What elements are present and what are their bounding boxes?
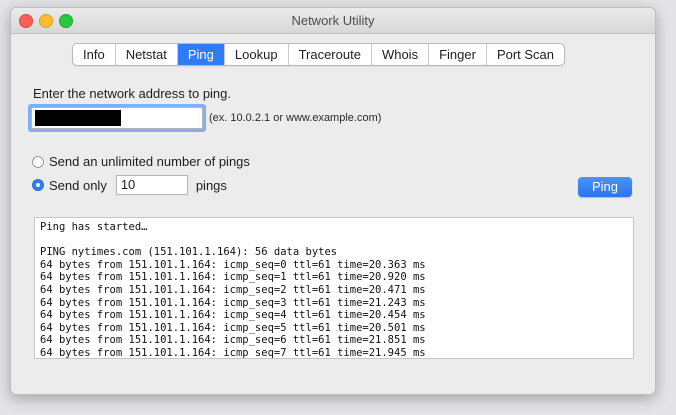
ping-button[interactable]: Ping — [578, 177, 632, 197]
tab-netstat[interactable]: Netstat — [116, 44, 178, 65]
send-only-radio[interactable] — [32, 179, 44, 191]
tab-ping[interactable]: Ping — [177, 44, 225, 65]
ping-count-input[interactable]: 10 — [115, 175, 188, 195]
send-only-option[interactable]: Send only 10 pings — [32, 175, 227, 195]
send-only-label: Send only — [49, 177, 107, 193]
address-hint: (ex. 10.0.2.1 or www.example.com) — [209, 112, 382, 124]
unlimited-pings-option[interactable]: Send an unlimited number of pings — [32, 154, 250, 169]
address-input[interactable] — [31, 107, 203, 129]
tab-lookup[interactable]: Lookup — [225, 44, 289, 65]
tab-finger[interactable]: Finger — [429, 44, 487, 65]
pings-suffix-label: pings — [195, 177, 227, 193]
tab-bar: Info Netstat Ping Lookup Traceroute Whoi… — [72, 43, 566, 66]
tab-traceroute[interactable]: Traceroute — [289, 44, 372, 65]
unlimited-pings-label: Send an unlimited number of pings — [49, 154, 250, 169]
tab-port-scan[interactable]: Port Scan — [487, 44, 564, 65]
address-prompt-label: Enter the network address to ping. — [33, 86, 232, 101]
tab-whois[interactable]: Whois — [372, 44, 430, 65]
window-title: Network Utility — [291, 13, 375, 28]
ping-output-area[interactable]: Ping has started… PING nytimes.com (151.… — [34, 217, 634, 359]
redacted-address — [35, 110, 121, 126]
title-bar[interactable]: Network Utility — [11, 8, 655, 34]
network-utility-window: Network Utility Info Netstat Ping Lookup… — [10, 7, 656, 395]
ping-output-text: Ping has started… PING nytimes.com (151.… — [40, 221, 426, 359]
unlimited-pings-radio[interactable] — [32, 155, 44, 168]
tab-info[interactable]: Info — [73, 44, 116, 65]
